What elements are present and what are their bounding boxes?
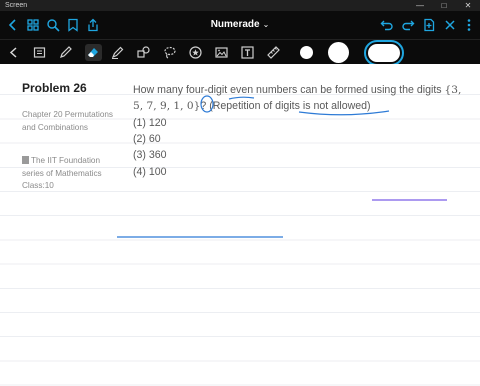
sidebar-toggle-icon[interactable] <box>6 45 21 60</box>
book-info: The IIT Foundation series of Mathematics… <box>22 155 122 193</box>
app-title-text: Numerade <box>210 19 260 30</box>
color-swatch-selected[interactable] <box>364 40 404 66</box>
answer-options: (1) 120 (2) 60 (3) 360 (4) 100 <box>133 115 167 180</box>
option-1: (1) 120 <box>133 117 167 129</box>
notebook-icon[interactable] <box>32 45 47 60</box>
sticker-icon[interactable] <box>188 45 203 60</box>
window-close-button[interactable]: ✕ <box>456 0 480 11</box>
window-title-bar: Screen — □ ✕ <box>0 0 480 11</box>
question-part2: ? (Repetition of digits is not allowed) <box>200 100 371 112</box>
pen-icon[interactable] <box>58 45 73 60</box>
highlighter-icon[interactable] <box>110 45 125 60</box>
close-icon[interactable] <box>443 18 457 32</box>
more-icon[interactable] <box>462 18 476 32</box>
problem-title: Problem 26 <box>22 81 87 95</box>
drawing-toolbar <box>0 39 480 66</box>
color-swatch-small[interactable] <box>300 46 313 59</box>
window-controls: — □ ✕ <box>408 0 480 11</box>
book-icon <box>22 156 29 164</box>
undo-icon[interactable] <box>380 18 394 32</box>
shapes-icon[interactable] <box>136 45 151 60</box>
chapter-info: Chapter 20 Permutations and Combinations <box>22 110 114 132</box>
window-title: Screen <box>5 2 28 9</box>
question-part1: How many four-digit even numbers can be … <box>133 84 442 96</box>
search-icon[interactable] <box>46 18 60 32</box>
text-icon[interactable] <box>240 45 255 60</box>
notebook-page[interactable]: Problem 26 Chapter 20 Permutations and C… <box>0 64 480 386</box>
redo-icon[interactable] <box>401 18 415 32</box>
back-icon[interactable] <box>6 18 20 32</box>
color-swatch-large <box>368 44 400 62</box>
bookmark-icon[interactable] <box>66 18 80 32</box>
lasso-icon[interactable] <box>162 45 177 60</box>
share-icon[interactable] <box>86 18 100 32</box>
option-3: (3) 360 <box>133 149 167 162</box>
question-text: How many four-digit even numbers can be … <box>133 82 463 114</box>
app-header: Numerade ⌄ <box>0 11 480 39</box>
grid-icon[interactable] <box>26 18 40 32</box>
option-2: (2) 60 <box>133 133 161 146</box>
color-swatch-medium[interactable] <box>328 42 349 63</box>
minimize-button[interactable]: — <box>408 0 432 11</box>
option-4: (4) 100 <box>133 165 167 178</box>
add-page-icon[interactable] <box>422 18 436 32</box>
image-icon[interactable] <box>214 45 229 60</box>
eraser-icon[interactable] <box>84 43 103 62</box>
maximize-button[interactable]: □ <box>432 0 456 11</box>
chevron-down-icon: ⌄ <box>262 20 270 29</box>
book-title: The IIT Foundation series of Mathematics… <box>22 156 102 190</box>
ruler-icon[interactable] <box>266 45 281 60</box>
